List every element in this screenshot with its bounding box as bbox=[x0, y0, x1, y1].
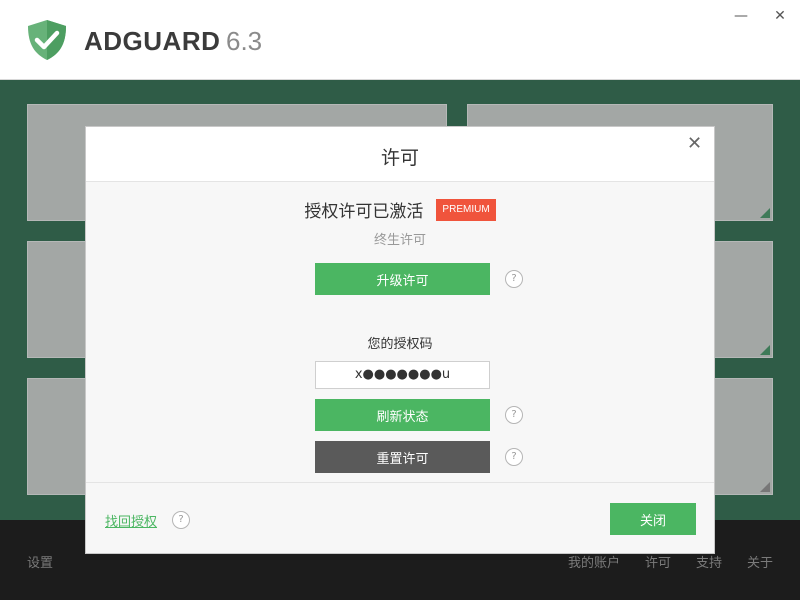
upgrade-license-button[interactable]: 升级许可 bbox=[315, 263, 490, 295]
license-key-value: x●●●●●●●u bbox=[354, 367, 451, 382]
reset-license-button[interactable]: 重置许可 bbox=[315, 441, 490, 473]
license-key-field[interactable]: x●●●●●●●u bbox=[315, 361, 490, 389]
premium-badge: PREMIUM bbox=[436, 198, 496, 221]
license-dialog: 许可 ✕ 授权许可已激活 PREMIUM 终生许可 升级许可 ? 您的授权码 x… bbox=[85, 126, 715, 554]
footer-license-link[interactable]: 许可 bbox=[645, 552, 671, 571]
refresh-status-button[interactable]: 刷新状态 bbox=[315, 399, 490, 431]
expand-corner-icon bbox=[760, 345, 770, 355]
close-dialog-button[interactable]: 关闭 bbox=[610, 503, 696, 535]
help-reset-icon[interactable]: ? bbox=[505, 448, 523, 466]
window-close-icon[interactable]: ✕ bbox=[772, 8, 788, 24]
recover-license-link[interactable]: 找回授权 bbox=[105, 511, 157, 530]
minimize-icon[interactable]: — bbox=[733, 8, 749, 24]
expand-corner-icon bbox=[760, 208, 770, 218]
license-type: 终生许可 bbox=[373, 233, 426, 248]
app-brand: ADGUARD bbox=[84, 26, 221, 56]
license-status-text: 授权许可已激活 bbox=[304, 202, 424, 222]
dialog-divider bbox=[86, 482, 714, 483]
adguard-logo-icon bbox=[28, 20, 66, 60]
expand-corner-icon bbox=[760, 482, 770, 492]
app-version: 6.3 bbox=[226, 26, 263, 56]
footer-settings-link[interactable]: 设置 bbox=[27, 552, 53, 571]
help-refresh-icon[interactable]: ? bbox=[505, 406, 523, 424]
license-status-row: 授权许可已激活 PREMIUM bbox=[86, 197, 714, 222]
footer-about-link[interactable]: 关于 bbox=[747, 552, 773, 571]
footer-account-link[interactable]: 我的账户 bbox=[568, 552, 620, 571]
help-upgrade-icon[interactable]: ? bbox=[505, 270, 523, 288]
footer-support-link[interactable]: 支持 bbox=[696, 552, 722, 571]
dialog-title: 许可 bbox=[380, 147, 419, 169]
help-recover-icon[interactable]: ? bbox=[172, 511, 190, 529]
title-bar: ADGUARD 6.3 — ✕ bbox=[0, 0, 800, 80]
dialog-close-icon[interactable]: ✕ bbox=[687, 133, 702, 154]
dialog-header: 许可 ✕ bbox=[86, 127, 714, 182]
license-key-label: 您的授权码 bbox=[367, 337, 433, 352]
